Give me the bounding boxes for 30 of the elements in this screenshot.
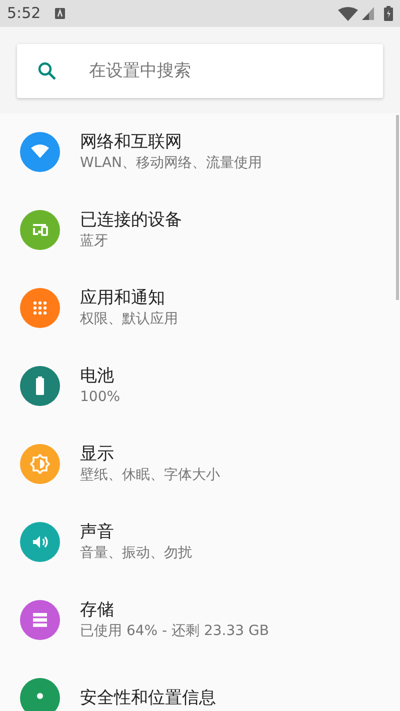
item-subtitle: 蓝牙 — [80, 232, 109, 251]
item-subtitle: 100% — [80, 388, 120, 407]
item-title: 网络和互联网 — [80, 131, 183, 153]
status-time: 5:52 — [7, 3, 41, 24]
settings-item[interactable]: 存储 已使用 64% - 还剩 23.33 GB — [0, 581, 395, 659]
battery-icon — [384, 6, 393, 21]
item-subtitle: 已使用 64% - 还剩 23.33 GB — [80, 622, 269, 641]
settings-item[interactable]: 应用和通知 权限、默认应用 — [0, 269, 395, 347]
item-title: 电池 — [80, 365, 115, 387]
settings-item[interactable]: 已连接的设备 蓝牙 — [0, 191, 395, 269]
settings-item[interactable]: 电池 100% — [0, 347, 395, 425]
settings-item[interactable]: 网络和互联网 WLAN、移动网络、流量使用 — [0, 113, 395, 191]
settings-item[interactable]: 声音 音量、振动、勿扰 — [0, 503, 395, 581]
notification-icon — [54, 8, 65, 19]
item-title: 已连接的设备 — [80, 209, 182, 231]
item-title: 安全性和位置信息 — [80, 687, 216, 709]
settings-item[interactable]: 显示 壁纸、休眠、字体大小 — [0, 425, 395, 503]
item-subtitle: WLAN、移动网络、流量使用 — [80, 154, 262, 173]
search-icon — [37, 61, 57, 81]
item-title: 声音 — [80, 521, 115, 543]
item-subtitle: 权限、默认应用 — [80, 310, 178, 329]
item-title: 应用和通知 — [80, 287, 166, 309]
item-title: 显示 — [80, 443, 115, 465]
item-subtitle: 音量、振动、勿扰 — [80, 544, 192, 563]
wifi-icon — [338, 6, 358, 20]
item-subtitle: 壁纸、休眠、字体大小 — [80, 466, 220, 485]
settings-item[interactable]: 安全性和位置信息 — [0, 659, 395, 711]
item-title: 存储 — [80, 599, 115, 621]
search-field[interactable]: 在设置中搜索 — [17, 44, 383, 98]
signal-icon — [362, 7, 374, 20]
